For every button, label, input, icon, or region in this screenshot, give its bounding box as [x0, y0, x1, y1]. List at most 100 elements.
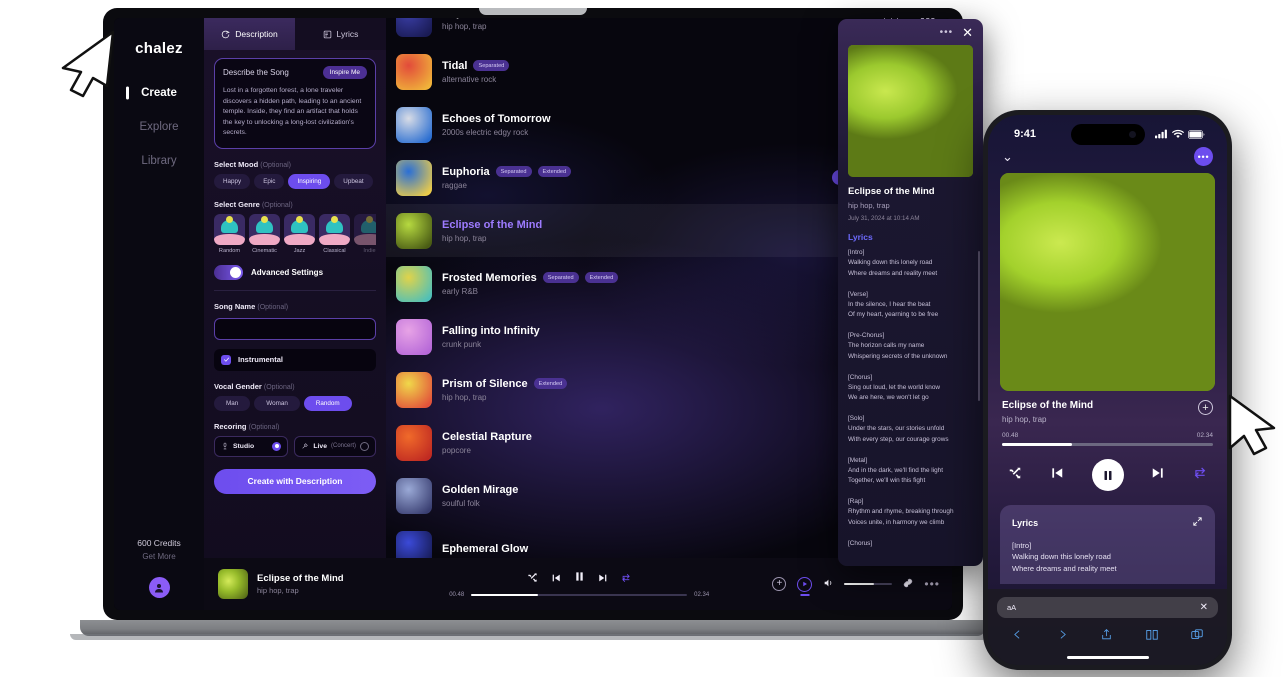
link-icon[interactable]	[903, 575, 913, 593]
tab-description-label: Description	[235, 29, 278, 39]
mood-option-upbeat[interactable]: Upbeat	[334, 173, 373, 189]
phone-subtitle: hip hop, trap	[1002, 415, 1047, 424]
genre-thumb	[284, 213, 315, 245]
song-meta: Golden Mirage soulful folk	[442, 484, 874, 508]
recording-option-studio[interactable]: Studio	[214, 435, 289, 457]
play-circle-icon[interactable]	[797, 576, 813, 592]
recording-options: Studio Live (Concert)	[214, 435, 376, 457]
recording-option-live[interactable]: Live (Concert)	[294, 435, 376, 457]
previous-icon[interactable]	[1050, 466, 1064, 485]
song-cover	[396, 159, 432, 196]
share-icon[interactable]	[1100, 627, 1113, 647]
genre-option-cinematic[interactable]: Cinematic	[249, 213, 280, 254]
phone-mockup: 9:41 ⌄ ••• Eclipse of the Mind hip hop, …	[983, 110, 1232, 670]
shuffle-icon[interactable]	[527, 570, 538, 588]
mood-options: Happy Epic Inspiring Upbeat	[214, 173, 376, 189]
tabs-icon[interactable]	[1190, 627, 1204, 647]
song-meta: Falling into Infinity crunk punk	[442, 325, 874, 349]
sidebar-item-library[interactable]: Library	[114, 155, 204, 167]
phone-topbar: ⌄ •••	[988, 145, 1227, 166]
live-radio[interactable]	[360, 441, 369, 451]
expand-icon[interactable]	[1192, 514, 1203, 532]
genre-option-indie[interactable]: Indie	[354, 213, 376, 254]
song-title-row: Echoes of Tomorrow	[442, 113, 874, 125]
vocal-gender-optional: (Optional)	[263, 383, 295, 391]
previous-icon[interactable]	[551, 570, 561, 588]
back-icon[interactable]	[1011, 627, 1024, 647]
avatar[interactable]	[148, 577, 170, 598]
tab-lyrics[interactable]: Lyrics	[295, 18, 386, 50]
next-icon[interactable]	[1151, 466, 1165, 485]
song-title-row: Euphoria Separated Extended	[442, 166, 822, 178]
text-size-button[interactable]: aA	[1007, 603, 1016, 612]
close-icon[interactable]: ✕	[1200, 602, 1208, 613]
player-progress-bar[interactable]	[471, 593, 688, 597]
volume-slider[interactable]	[844, 582, 893, 586]
instrumental-row[interactable]: Instrumental	[214, 348, 376, 371]
phone-time-current: 00.48	[1002, 432, 1019, 439]
player-now-playing[interactable]: Eclipse of the Mind hip hop, trap	[218, 569, 386, 599]
song-badge: Extended	[537, 166, 572, 177]
more-icon[interactable]: •••	[1194, 147, 1213, 166]
detail-card-scrollbar[interactable]	[977, 251, 980, 401]
create-panel: Description Lyrics Describe the Song Ins…	[204, 18, 386, 610]
shuffle-icon[interactable]	[1008, 466, 1022, 485]
song-title-row: Celestial Rapture	[442, 431, 874, 443]
more-icon[interactable]: •••	[924, 577, 940, 591]
pause-icon[interactable]	[574, 570, 585, 588]
advanced-settings-toggle[interactable]	[214, 264, 243, 280]
song-meta: Ephemeral Glow	[442, 543, 874, 555]
volume-icon[interactable]	[823, 575, 833, 593]
close-icon[interactable]: ✕	[962, 26, 973, 39]
next-icon[interactable]	[598, 570, 608, 588]
vocal-option-random[interactable]: Random	[303, 395, 352, 411]
song-subtitle: hip hop, trap	[442, 21, 487, 31]
repeat-icon[interactable]	[621, 570, 631, 588]
safari-url-bar[interactable]: aA ✕	[997, 597, 1218, 618]
compose-icon	[221, 30, 231, 38]
describe-song-box[interactable]: Describe the Song Inspire Me Lost in a f…	[214, 58, 376, 149]
studio-radio[interactable]	[272, 441, 282, 451]
vocal-option-man[interactable]: Man	[214, 395, 251, 411]
player-meta: Eclipse of the Mind hip hop, trap	[257, 573, 344, 595]
song-meta: Echoes of Tomorrow 2000s electric edgy ro…	[442, 113, 874, 137]
mood-option-happy[interactable]: Happy	[214, 173, 251, 189]
advanced-settings-row[interactable]: Advanced Settings	[214, 264, 376, 280]
more-icon[interactable]: •••	[940, 27, 954, 38]
app-logo[interactable]: chalez	[135, 40, 183, 57]
phone-lyrics-card[interactable]: Lyrics [Intro] Walking down this lonely …	[1000, 505, 1215, 584]
sidebar-item-explore[interactable]: Explore	[114, 121, 204, 133]
get-more-link[interactable]: Get More	[114, 552, 204, 561]
song-title: Falling into Infinity	[442, 324, 540, 337]
song-name-input[interactable]	[214, 317, 376, 340]
bookmarks-icon[interactable]	[1145, 627, 1159, 647]
repeat-icon[interactable]	[1193, 466, 1207, 485]
add-icon[interactable]: +	[1198, 400, 1213, 415]
describe-textarea[interactable]: Lost in a forgotten forest, a lone trave…	[223, 86, 367, 139]
inspire-me-button[interactable]: Inspire Me	[322, 66, 367, 79]
instrumental-checkbox[interactable]	[221, 354, 231, 365]
detail-card-subtitle: hip hop, trap	[848, 201, 890, 210]
pause-icon[interactable]	[1091, 459, 1124, 491]
song-subtitle: soulful folk	[442, 498, 480, 508]
genre-option-classical[interactable]: Classical	[319, 213, 350, 254]
mood-option-epic[interactable]: Epic	[254, 173, 285, 189]
sidebar-item-create[interactable]: Create	[114, 87, 204, 99]
create-with-description-button[interactable]: Create with Description	[214, 468, 376, 494]
forward-icon[interactable]	[1056, 627, 1069, 647]
laptop-screen: chalez Create Explore Library 600 Credit…	[114, 18, 952, 610]
song-title: Euphoria	[442, 18, 490, 19]
phone-title: Eclipse of the Mind	[1002, 400, 1094, 411]
lyrics-icon	[323, 30, 331, 38]
song-meta: Euphoria Separated Extended raggae	[442, 166, 822, 190]
add-icon[interactable]: +	[772, 577, 787, 591]
tab-description[interactable]: Description	[204, 18, 295, 50]
song-subtitle: early R&B	[442, 286, 479, 296]
song-meta: Prism of Silence Extended hip hop, trap	[442, 378, 874, 402]
mood-option-inspiring[interactable]: Inspiring	[288, 173, 331, 189]
chevron-down-icon[interactable]: ⌄	[1002, 150, 1013, 163]
genre-option-jazz[interactable]: Jazz	[284, 213, 315, 254]
vocal-option-woman[interactable]: Woman	[254, 395, 300, 411]
genre-name: Indie	[363, 247, 376, 254]
genre-option-random[interactable]: Random	[214, 213, 245, 254]
